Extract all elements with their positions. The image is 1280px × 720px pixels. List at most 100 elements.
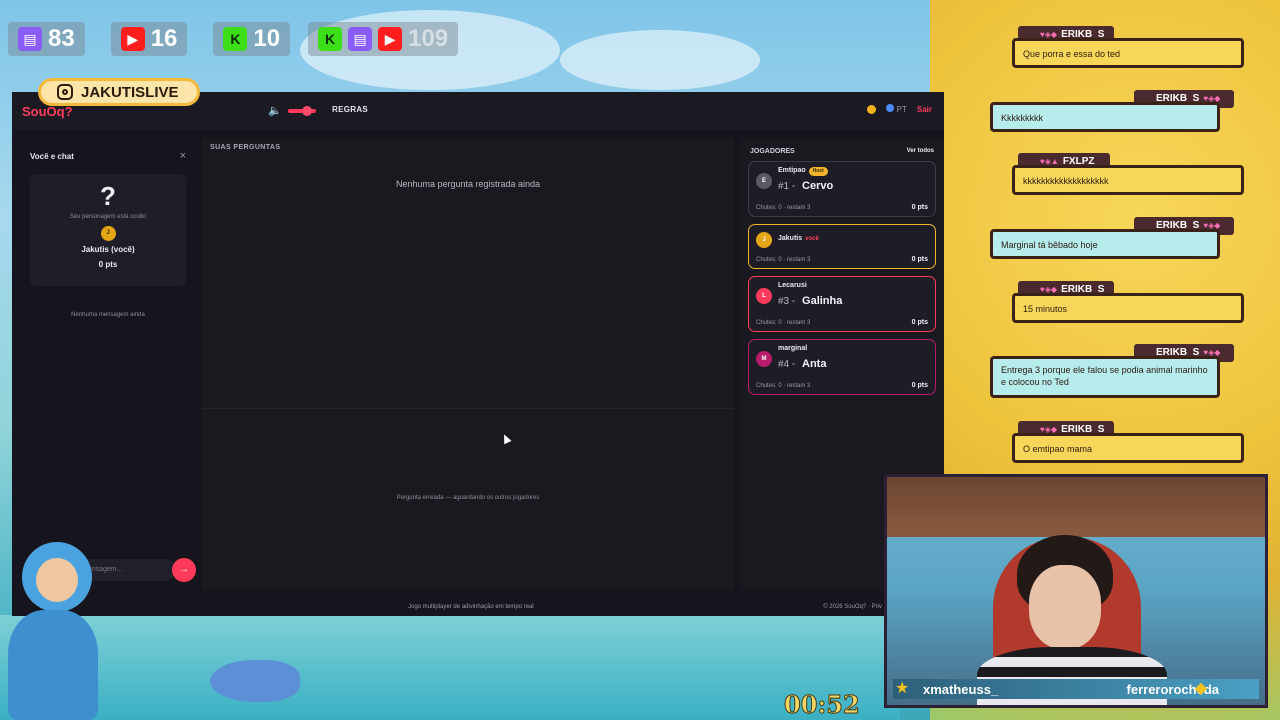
self-card: ? Seu personagem está oculto J Jakutis (… (30, 174, 186, 286)
rank-number: #3 (778, 296, 790, 307)
player-guesses: Chutes: 0 · restam 3 (756, 320, 811, 326)
volume-knob[interactable] (302, 106, 312, 116)
players-title: JOGADORES (750, 148, 795, 155)
player-name-text: Emtipao (778, 167, 806, 174)
footer-copyright[interactable]: © 2026 SouOq? · Priv (823, 604, 882, 610)
player-name-text: marginal (778, 345, 808, 352)
player-answer: Galinha (802, 295, 843, 307)
footer-tagline: Jogo multiplayer de adivinhação em tempo… (408, 604, 534, 610)
player-score: 0 pts (911, 382, 928, 389)
divider (202, 408, 734, 409)
no-messages-text: Nenhuma mensagem ainda (71, 312, 145, 318)
avatar: L (756, 288, 772, 304)
background-sea (0, 615, 900, 720)
twitch-viewers: ▤ 83 (8, 22, 85, 56)
send-button[interactable]: → (172, 558, 196, 582)
player-rank: #1 - Cervo (778, 180, 834, 192)
status-text: Pergunta enviada — aguardando os outros … (396, 495, 540, 501)
panel-title: Você e chat (30, 151, 74, 161)
avatar: E (756, 173, 772, 189)
total-viewers: K ▤ ▶ 109 (308, 22, 459, 56)
player-card[interactable]: M marginal #4 - Anta Chutes: 0 · restam … (748, 339, 936, 395)
youtube-count: 16 (150, 25, 178, 52)
volume-icon[interactable]: 🔈 (268, 104, 282, 117)
mascot-face (36, 558, 78, 602)
twitch-count: 83 (48, 25, 75, 52)
hidden-character-text: Seu personagem está oculto (69, 214, 147, 220)
cam-name-left: xmatheuss_ (923, 681, 999, 697)
streamer-face (1029, 565, 1101, 649)
player-name: marginal (778, 345, 807, 352)
chat-text: Marginal tá bêbado hoje (990, 229, 1220, 259)
player-guesses: Chutes: 0 · restam 3 (756, 257, 811, 263)
instagram-icon (57, 84, 73, 100)
mascot-body (8, 610, 98, 720)
volume-slider[interactable] (288, 106, 316, 116)
see-all-link[interactable]: Ver todos (907, 148, 934, 155)
you-badge: você (805, 236, 819, 242)
fish-decoration (210, 660, 300, 702)
player-card[interactable]: E Emtipao Host #1 - Cervo Chutes: 0 · res… (748, 161, 936, 217)
chat-text: 15 minutos (1012, 293, 1244, 323)
footer: Jogo multiplayer de adivinhação em tempo… (12, 598, 944, 616)
player-answer: Cervo (802, 180, 834, 192)
language-selector[interactable]: PT (885, 104, 907, 114)
chat-text: Entrega 3 porque ele falou se podia anim… (990, 356, 1220, 398)
host-badge: Host (808, 167, 828, 176)
question-mark-icon: ? (100, 181, 116, 211)
stream-timer: 00:52 (784, 690, 861, 720)
rank-number: #4 (778, 359, 790, 370)
youtube-icon: ▶ (120, 27, 145, 51)
mascot-character (0, 540, 110, 720)
globe-icon (885, 104, 894, 112)
background-cloud (560, 30, 760, 90)
kick-icon: K (223, 27, 248, 51)
chat-text: kkkkkkkkkkkkkkkkkkk (1012, 165, 1244, 195)
chat-text: Kkkkkkkkk (990, 102, 1220, 132)
chat-text: Que porra e essa do ted (1012, 38, 1244, 68)
language-label: PT (896, 105, 907, 114)
close-icon[interactable]: × (180, 150, 186, 162)
kick-count: 10 (253, 25, 281, 52)
stream-chat: ♥◈◆ ERIKB_S Que porra e essa do ted ERIKB… (990, 0, 1250, 470)
player-rank: #4 - Anta (778, 358, 827, 370)
player-score: 0 pts (911, 204, 928, 211)
self-name: Jakutis (você) (81, 245, 135, 254)
star-icon: ★ (895, 680, 910, 697)
viewer-stats: ▤ 83 ▶ 16 K 10 K ▤ ▶ 109 (8, 22, 459, 56)
avatar: J (756, 232, 772, 248)
twitch-icon: ▤ (18, 27, 42, 51)
diamond-icon: ◆ (1194, 680, 1207, 697)
player-rank: #3 - Galinha (778, 295, 843, 307)
instagram-handle: JAKUTISLIVE (38, 78, 200, 106)
rules-button[interactable]: REGRAS (332, 105, 368, 114)
exit-button[interactable]: Sair (917, 105, 932, 114)
player-name-text: Lecarusi (778, 282, 807, 289)
kick-icon: K (318, 27, 343, 51)
you-and-chat-panel: Você e chat × ? Seu personagem está ocul… (22, 144, 196, 589)
webcam-frame: xmatheuss_ ferrerorocheda ★ ◆ (884, 474, 1268, 708)
player-score: 0 pts (911, 256, 928, 263)
player-name: Jakutis você (778, 235, 819, 242)
twitch-icon: ▤ (348, 27, 373, 51)
game-window: SouOq? 🔈 REGRAS PT Sair Você e chat × ? … (12, 92, 944, 616)
player-card[interactable]: L Lecarusi #3 - Galinha Chutes: 0 · rest… (748, 276, 936, 332)
avatar: M (756, 351, 772, 367)
questions-title: SUAS PERGUNTAS (210, 144, 281, 151)
rank-number: #1 (778, 181, 790, 192)
player-guesses: Chutes: 0 · restam 3 (756, 205, 811, 211)
self-points: 0 pts (98, 260, 118, 269)
youtube-icon: ▶ (378, 27, 403, 51)
player-card[interactable]: J Jakutis você Chutes: 0 · restam 3 0 pts (748, 224, 936, 269)
chat-text: O emtipao mama (1012, 433, 1244, 463)
player-score: 0 pts (911, 319, 928, 326)
top-right-controls: PT Sair (866, 104, 932, 114)
no-questions-text: Nenhuma pergunta registrada ainda (395, 179, 541, 189)
player-name: Emtipao Host (778, 167, 828, 176)
panel-header: Você e chat × (22, 144, 194, 168)
avatar: J (100, 226, 116, 241)
cam-ceiling (887, 477, 1265, 537)
questions-panel: SUAS PERGUNTAS Nenhuma pergunta registra… (202, 138, 734, 590)
player-name: Lecarusi (778, 282, 807, 289)
player-guesses: Chutes: 0 · restam 3 (756, 383, 811, 389)
